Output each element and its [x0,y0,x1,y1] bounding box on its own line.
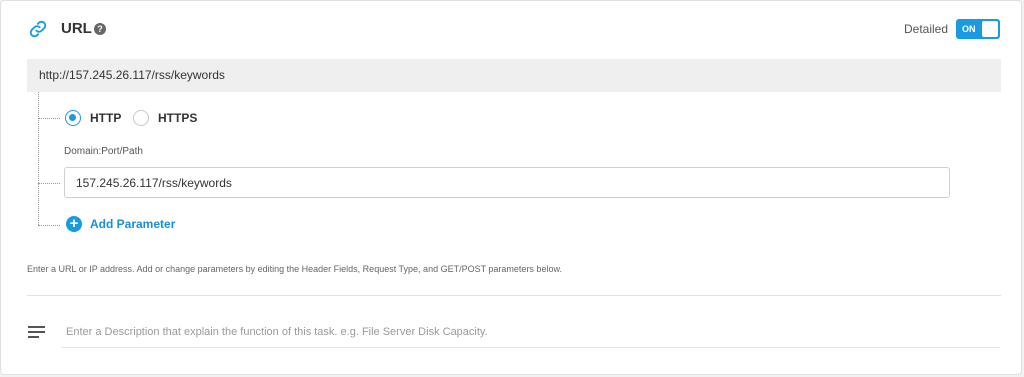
url-preview-text: http://157.245.26.117/rss/keywords [39,68,225,82]
section-divider [27,295,1001,296]
section-title: URL [61,20,92,37]
radio-https[interactable] [133,110,149,126]
radio-http-label[interactable]: HTTP [90,110,121,126]
add-parameter-button[interactable]: Add Parameter [90,216,175,232]
question-circle-icon[interactable]: ? [94,23,106,35]
url-preview-bar: http://157.245.26.117/rss/keywords [27,59,1001,92]
tree-connector-protocol [38,118,60,119]
link-icon [29,20,47,38]
toggle-knob [982,21,998,37]
url-hint-text: Enter a URL or IP address. Add or change… [27,264,562,274]
tree-connector-domain [38,183,60,184]
url-settings-card: URL ? Detailed ON http://157.245.26.117/… [0,0,1022,375]
domain-port-path-input[interactable] [64,167,950,198]
detailed-label: Detailed [904,22,949,36]
menu-lines-icon [28,326,45,338]
description-input[interactable] [62,316,1000,348]
tree-connector-parameter [38,225,60,226]
detailed-toggle[interactable]: ON [956,19,1000,39]
toggle-state-label: ON [962,24,976,34]
radio-https-label[interactable]: HTTPS [158,110,197,126]
plus-circle-icon[interactable]: + [66,216,82,232]
tree-connector-vertical [38,92,39,225]
domain-field-label: Domain:Port/Path [64,146,143,157]
radio-http[interactable] [65,110,81,126]
